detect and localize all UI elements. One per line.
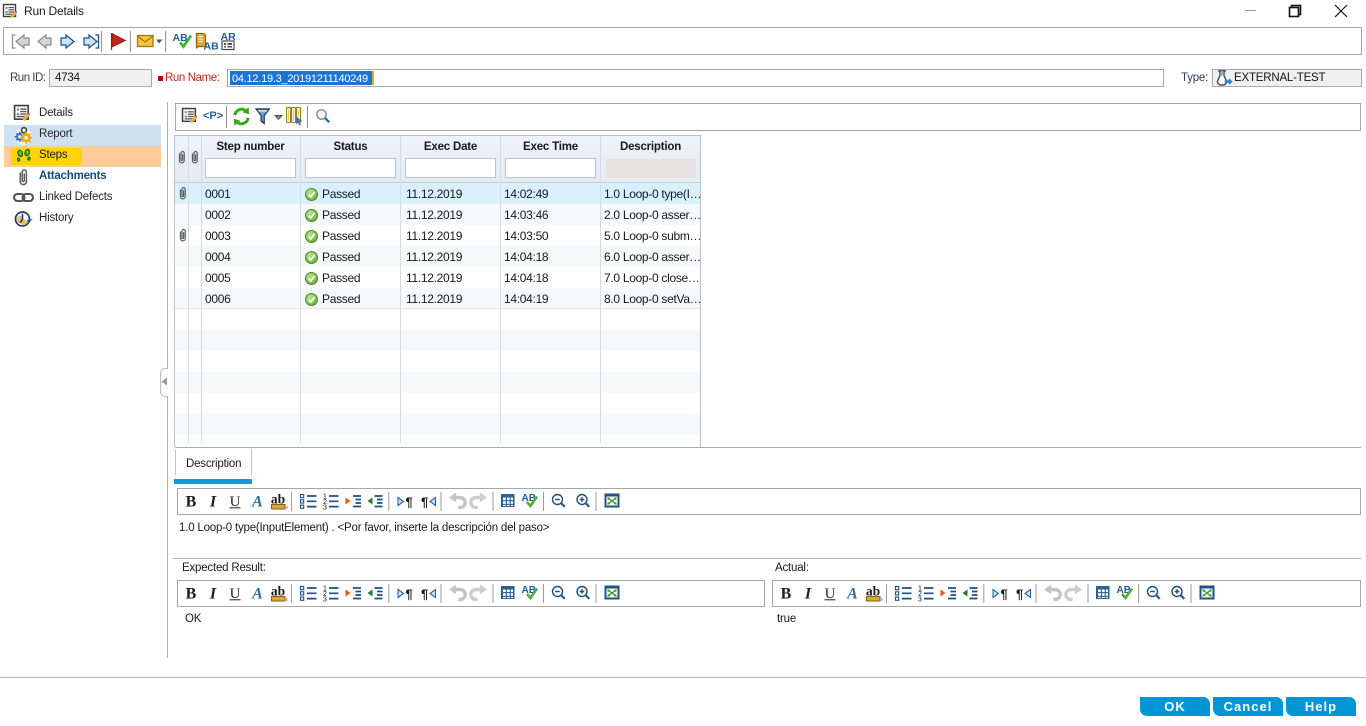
svg-text:AB: AB [204, 41, 220, 53]
